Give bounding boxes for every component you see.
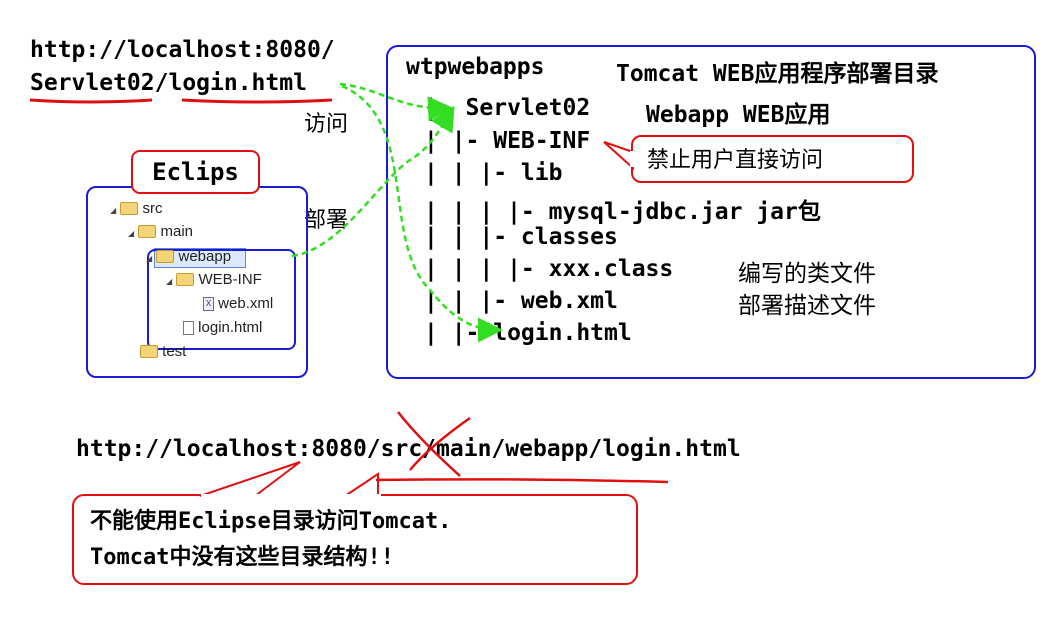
crossout-stroke-1 [397, 411, 461, 477]
bottom-callout-pointer-left [199, 461, 301, 497]
access-arrow-servlet02 [339, 82, 453, 122]
underline-servlet02 [29, 98, 153, 104]
deploy-arrow [291, 105, 455, 258]
crossout-stroke-2 [409, 416, 471, 471]
webinf-callout-pointer [603, 141, 634, 171]
annotation-overlay [29, 82, 669, 498]
underline-login [181, 98, 333, 104]
bottom-callout-pointer-right [344, 472, 379, 497]
access-arrow-login [341, 84, 503, 343]
crossout-underline [375, 478, 669, 484]
